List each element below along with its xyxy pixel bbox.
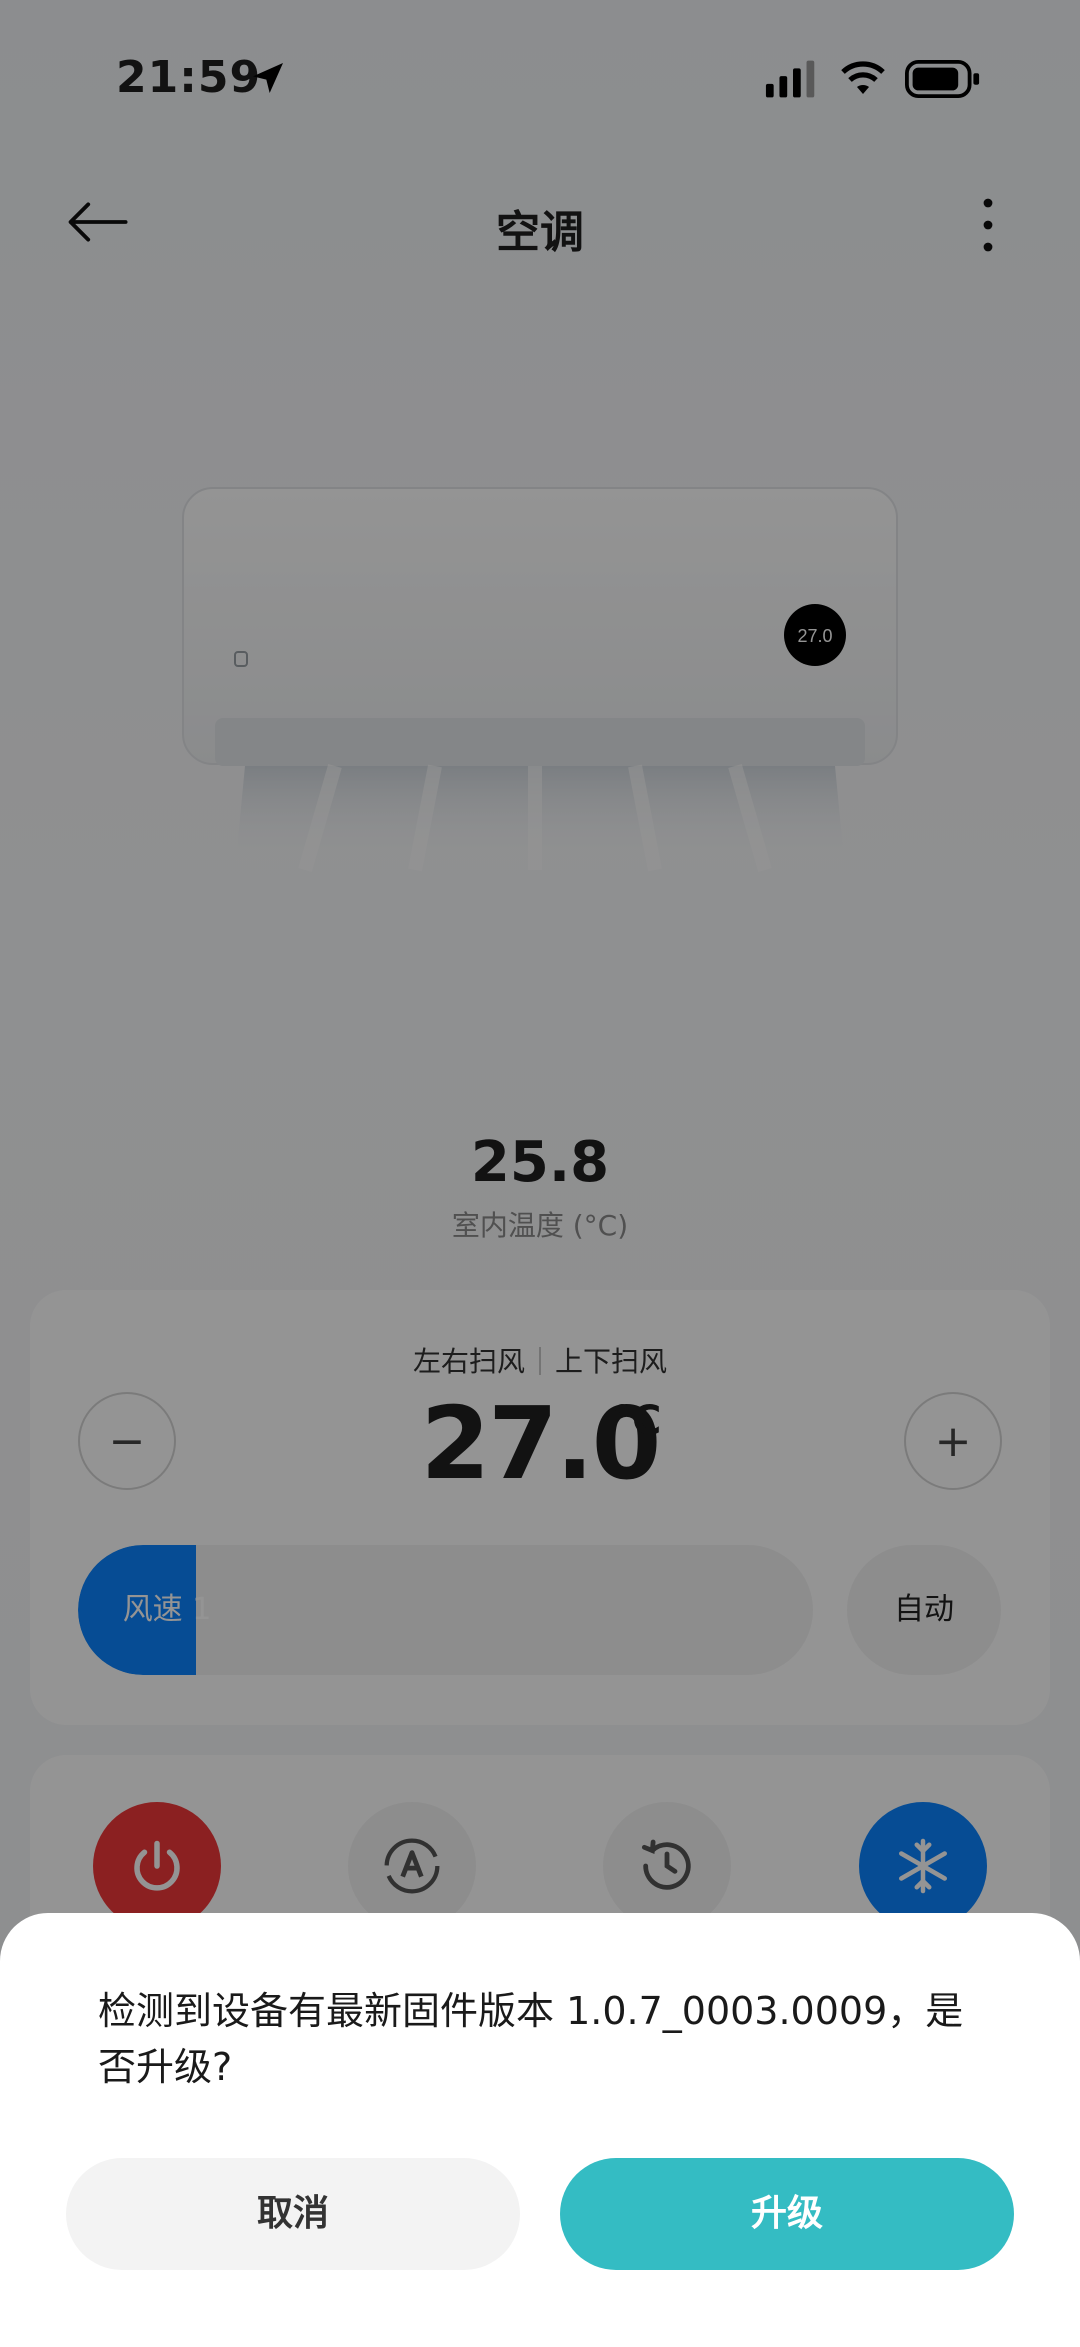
cancel-button[interactable]: 取消 [66, 2158, 520, 2270]
firmware-update-dialog: 检测到设备有最新固件版本 1.0.7_0003.0009，是否升级? 取消 升级 [0, 1913, 1080, 2347]
upgrade-button[interactable]: 升级 [560, 2158, 1014, 2270]
dialog-message: 检测到设备有最新固件版本 1.0.7_0003.0009，是否升级? [98, 1989, 964, 2089]
